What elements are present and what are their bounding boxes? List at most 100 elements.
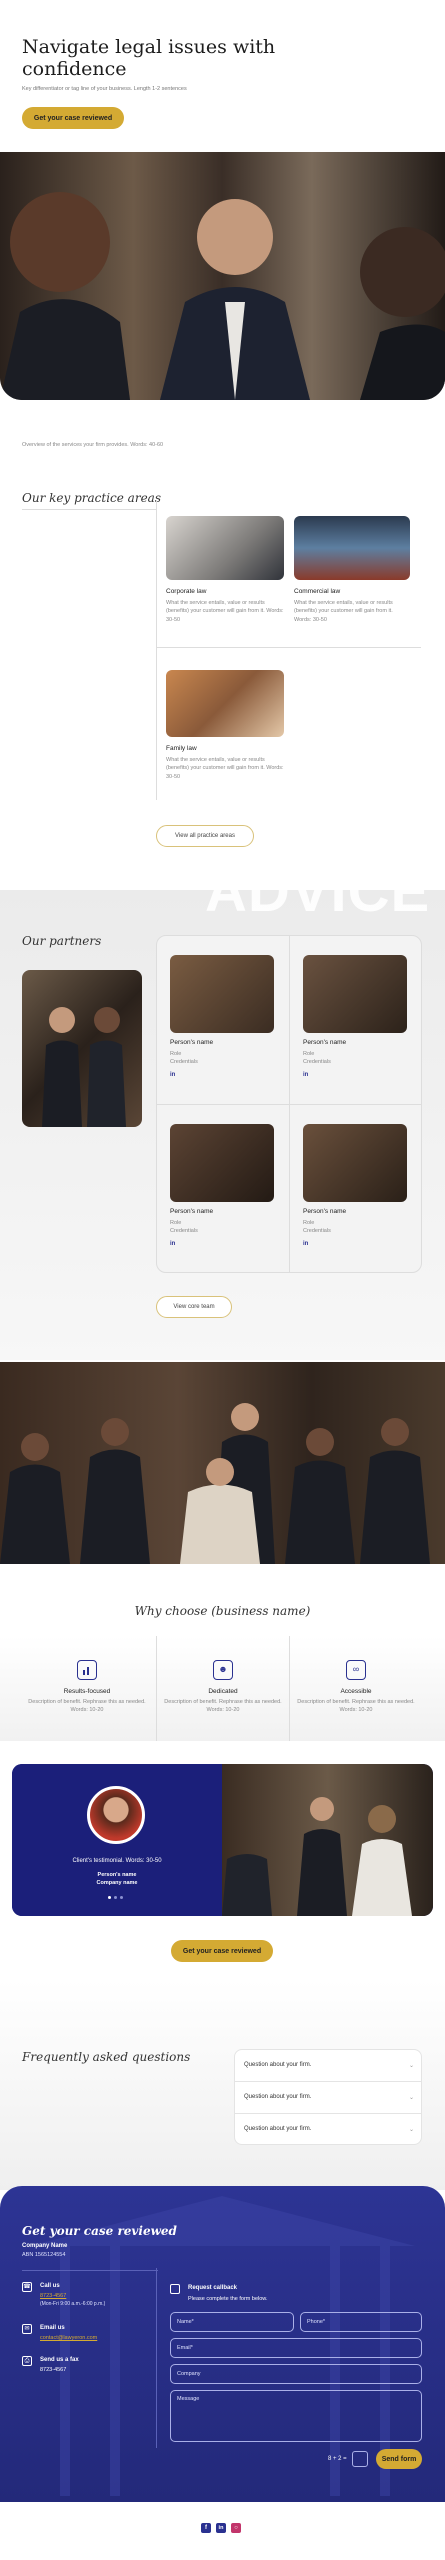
facebook-icon[interactable]: f xyxy=(201,2523,211,2533)
call-hours: (Mon-Fri 9:00 a.m.-6:00 p.m.) xyxy=(40,2301,106,2307)
why-item-title: Results-focused xyxy=(63,1688,111,1695)
hero-image xyxy=(0,152,445,400)
client-avatar xyxy=(87,1786,145,1844)
carousel-dot[interactable] xyxy=(108,1896,111,1899)
contact-heading-underline xyxy=(22,2270,158,2271)
faq-item[interactable]: Question about your firm. ⌄ xyxy=(244,2119,414,2139)
partner-credentials: Credentials xyxy=(170,1059,198,1066)
captcha-input[interactable] xyxy=(352,2451,368,2467)
carousel-dots[interactable] xyxy=(108,1896,123,1899)
carousel-dot[interactable] xyxy=(114,1896,117,1899)
practice-card-family[interactable]: Family law What the service entails, val… xyxy=(166,670,284,781)
hero-cta-button[interactable]: Get your case reviewed xyxy=(22,107,124,129)
why-item-desc: Description of benefit. Rephrase this as… xyxy=(297,1699,415,1714)
captcha-question: 8 + 2 = xyxy=(328,2456,347,2462)
practice-heading-underline xyxy=(22,509,156,510)
email-link[interactable]: contact@lawyeron.com xyxy=(40,2335,97,2341)
testimonial-cta-button[interactable]: Get your case reviewed xyxy=(171,1940,273,1962)
testimonial-image xyxy=(222,1764,433,1916)
call-label: Call us xyxy=(40,2283,60,2289)
faq-question: Question about your firm. xyxy=(244,2062,312,2068)
partner-card-4[interactable]: Person's name Role Credentials in xyxy=(303,1124,407,1247)
practice-card-commercial[interactable]: Commercial law What the service entails,… xyxy=(294,516,410,624)
partner-photo xyxy=(170,1124,274,1202)
email-label: Email us xyxy=(40,2325,65,2331)
partner-card-3[interactable]: Person's name Role Credentials in xyxy=(170,1124,274,1247)
practice-card-corporate[interactable]: Corporate law What the service entails, … xyxy=(166,516,284,624)
chevron-down-icon: ⌄ xyxy=(408,2126,414,2133)
message-field[interactable]: Message xyxy=(170,2390,422,2442)
form-subtitle: Please complete the form below. xyxy=(188,2296,268,2302)
corporate-law-image xyxy=(166,516,284,580)
practice-overview: Overview of the services your firm provi… xyxy=(22,442,164,448)
partner-name: Person's name xyxy=(170,1039,214,1046)
faq-question: Question about your firm. xyxy=(244,2094,312,2100)
testimonial-quote: Client's testimonial. Words: 30-50 xyxy=(72,1858,162,1864)
hero-subtitle: Key differentiator or tag line of your b… xyxy=(22,86,187,92)
instagram-icon[interactable]: ○ xyxy=(231,2523,241,2533)
faq-question: Question about your firm. xyxy=(244,2126,312,2132)
why-item-desc: Description of benefit. Rephrase this as… xyxy=(28,1699,146,1714)
network-icon: ∞ xyxy=(346,1660,366,1680)
faq-item[interactable]: Question about your firm. ⌄ xyxy=(244,2055,414,2075)
partner-photo xyxy=(303,955,407,1033)
faq-separator xyxy=(235,2081,421,2082)
family-law-desc: What the service entails, value or resul… xyxy=(166,757,284,780)
why-item-accessible: ∞ Accessible Description of benefit. Rep… xyxy=(291,1660,421,1715)
linkedin-icon[interactable]: in xyxy=(170,1072,274,1078)
why-item-results: Results-focused Description of benefit. … xyxy=(22,1660,152,1715)
form-title: Request callback xyxy=(188,2285,238,2291)
faq-heading: Frequently asked questions xyxy=(22,2050,191,2064)
testimonial-company: Company name xyxy=(96,1880,138,1886)
testimonial-name: Person's name xyxy=(97,1872,137,1878)
contact-abn: ABN 1565124554 xyxy=(22,2252,66,2258)
partner-card-2[interactable]: Person's name Role Credentials in xyxy=(303,955,407,1078)
chevron-down-icon: ⌄ xyxy=(408,2094,414,2101)
hero-title: Navigate legal issues with confidence xyxy=(22,36,276,80)
mail-icon: ✉ xyxy=(22,2324,32,2334)
partner-name: Person's name xyxy=(303,1039,347,1046)
family-law-image xyxy=(166,670,284,737)
linkedin-footer-icon[interactable]: in xyxy=(216,2523,226,2533)
corporate-law-desc: What the service entails, value or resul… xyxy=(166,600,284,623)
carousel-dot[interactable] xyxy=(120,1896,123,1899)
chevron-down-icon: ⌄ xyxy=(408,2062,414,2069)
view-all-practice-button[interactable]: View all practice areas xyxy=(156,825,254,847)
view-core-team-button[interactable]: View core team xyxy=(156,1296,232,1318)
linkedin-icon[interactable]: in xyxy=(303,1072,407,1078)
why-heading: Why choose (business name) xyxy=(134,1604,311,1618)
call-number-link[interactable]: 8723-4567 xyxy=(40,2293,66,2299)
partner-role: Role xyxy=(170,1051,182,1057)
contact-heading: Get your case reviewed xyxy=(22,2224,177,2238)
contact-company: Company Name xyxy=(22,2243,68,2249)
email-field[interactable]: Email* xyxy=(170,2338,422,2358)
partner-role: Role xyxy=(303,1220,315,1226)
partner-card-1[interactable]: Person's name Role Credentials in xyxy=(170,955,274,1078)
commercial-law-desc: What the service entails, value or resul… xyxy=(294,600,393,623)
send-form-button[interactable]: Send form xyxy=(376,2449,422,2469)
commercial-law-title: Commercial law xyxy=(294,588,341,595)
partner-name: Person's name xyxy=(170,1208,214,1215)
linkedin-icon[interactable]: in xyxy=(170,1241,274,1247)
practice-row-divider xyxy=(156,647,421,648)
why-item-title: Dedicated xyxy=(208,1688,238,1695)
faq-item[interactable]: Question about your firm. ⌄ xyxy=(244,2087,414,2107)
phone-field[interactable]: Phone* xyxy=(300,2312,422,2332)
contact-divider xyxy=(156,2268,157,2448)
company-field[interactable]: Company xyxy=(170,2364,422,2384)
callback-icon xyxy=(170,2284,180,2294)
partner-role: Role xyxy=(170,1220,182,1226)
partners-group-image xyxy=(22,970,142,1127)
fax-number: 8723-4567 xyxy=(40,2367,67,2373)
partner-role: Role xyxy=(303,1051,315,1057)
why-divider-2 xyxy=(289,1636,290,1741)
practice-divider xyxy=(156,500,157,800)
why-divider-1 xyxy=(156,1636,157,1741)
partner-credentials: Credentials xyxy=(303,1059,331,1066)
linkedin-icon[interactable]: in xyxy=(303,1241,407,1247)
commercial-law-image xyxy=(294,516,410,580)
name-field[interactable]: Name* xyxy=(170,2312,294,2332)
why-item-dedicated: ☻ Dedicated Description of benefit. Reph… xyxy=(158,1660,288,1715)
faq-separator xyxy=(235,2113,421,2114)
fax-label: Send us a fax xyxy=(40,2357,79,2363)
